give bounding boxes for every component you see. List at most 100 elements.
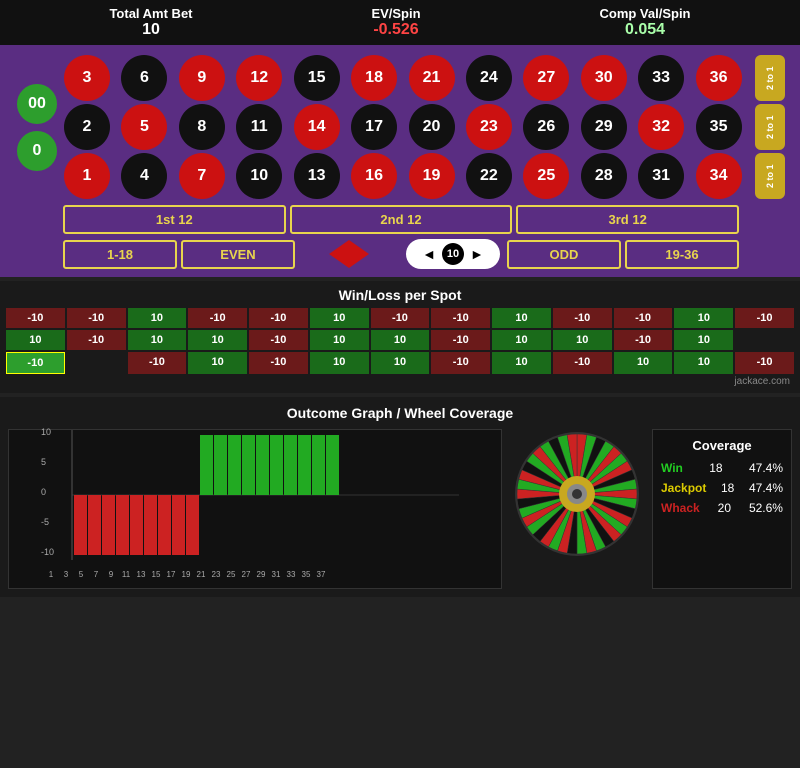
wl-cell-r0-c0: -10 (6, 308, 65, 328)
wl-cell-r0-c4: -10 (249, 308, 308, 328)
single-zero[interactable]: 0 (15, 129, 59, 173)
number-4[interactable]: 4 (121, 153, 167, 199)
number-29[interactable]: 29 (581, 104, 627, 150)
coverage-panel: Coverage Win 18 47.4% Jackpot 18 47.4% W… (652, 429, 792, 589)
wl-cell-r2-c1 (67, 352, 126, 374)
svg-text:5: 5 (41, 457, 46, 467)
number-30[interactable]: 30 (581, 55, 627, 101)
wl-cell-r1-c1: -10 (67, 330, 126, 350)
outcome-title: Outcome Graph / Wheel Coverage (8, 405, 792, 421)
jackace-watermark: jackace.com (6, 376, 794, 387)
wl-cell-r1-c4: -10 (249, 330, 308, 350)
wl-cell-r0-c8: 10 (492, 308, 551, 328)
bet-19-36[interactable]: 19-36 (625, 240, 739, 269)
roulette-wheel-svg (512, 429, 642, 559)
wl-cell-r0-c7: -10 (431, 308, 490, 328)
diamond-bet[interactable] (299, 240, 399, 268)
wl-cell-r1-c10: -10 (614, 330, 673, 350)
wl-cell-r1-c2: 10 (128, 330, 187, 350)
number-11[interactable]: 11 (236, 104, 282, 150)
number-24[interactable]: 24 (466, 55, 512, 101)
bet-1-18[interactable]: 1-18 (63, 240, 177, 269)
number-33[interactable]: 33 (638, 55, 684, 101)
winloss-title: Win/Loss per Spot (6, 287, 794, 303)
jackpot-coverage-row: Jackpot 18 47.4% (661, 481, 783, 495)
number-26[interactable]: 26 (523, 104, 569, 150)
ball-number-display: ◄ 10 ► (403, 239, 503, 269)
wl-cell-r0-c9: -10 (553, 308, 612, 328)
number-17[interactable]: 17 (351, 104, 397, 150)
header: Total Amt Bet 10 EV/Spin -0.526 Comp Val… (0, 0, 800, 45)
number-23[interactable]: 23 (466, 104, 512, 150)
number-2[interactable]: 2 (64, 104, 110, 150)
whack-label: Whack (661, 501, 700, 515)
double-zero[interactable]: 00 (15, 82, 59, 126)
payout-bot: 2 to 1 (755, 153, 785, 199)
ev-spin-value: -0.526 (371, 21, 420, 39)
number-9[interactable]: 9 (179, 55, 225, 101)
coverage-title: Coverage (661, 438, 783, 453)
number-31[interactable]: 31 (638, 153, 684, 199)
outcome-content: 1050-5-10 135791113151719212325272931333… (8, 429, 792, 589)
jackpot-pct: 47.4% (749, 481, 783, 495)
total-amt-bet-col: Total Amt Bet 10 (109, 6, 192, 39)
number-13[interactable]: 13 (294, 153, 340, 199)
numbers-grid: 3691215182124273033362581114172023262932… (64, 55, 750, 199)
dozen-1st[interactable]: 1st 12 (63, 205, 286, 234)
wl-cell-r0-c2: 10 (128, 308, 187, 328)
total-amt-bet-value: 10 (109, 21, 192, 39)
number-25[interactable]: 25 (523, 153, 569, 199)
win-count: 18 (709, 461, 722, 475)
bottom-betting-row: 1-18 EVEN ◄ 10 ► ODD 19-36 (15, 239, 785, 269)
ball-oval: ◄ 10 ► (406, 239, 500, 269)
number-34[interactable]: 34 (696, 153, 742, 199)
winloss-section: Win/Loss per Spot -10-1010-10-1010-10-10… (0, 281, 800, 393)
number-10[interactable]: 10 (236, 153, 282, 199)
number-28[interactable]: 28 (581, 153, 627, 199)
svg-text:10: 10 (41, 427, 51, 437)
chart-bars: 1050-5-10 (9, 430, 501, 570)
number-14[interactable]: 14 (294, 104, 340, 150)
number-8[interactable]: 8 (179, 104, 225, 150)
dozen-3rd[interactable]: 3rd 12 (516, 205, 739, 234)
wl-cell-r1-c5: 10 (310, 330, 369, 350)
number-7[interactable]: 7 (179, 153, 225, 199)
comp-val-spin-value: 0.054 (599, 21, 690, 39)
number-grid: 00 0 36912151821242730333625811141720232… (15, 55, 785, 199)
wheel-container (512, 429, 642, 559)
wl-cell-r2-c10: 10 (614, 352, 673, 374)
number-1[interactable]: 1 (64, 153, 110, 199)
number-12[interactable]: 12 (236, 55, 282, 101)
number-16[interactable]: 16 (351, 153, 397, 199)
number-22[interactable]: 22 (466, 153, 512, 199)
number-19[interactable]: 19 (409, 153, 455, 199)
payout-column: 2 to 1 2 to 1 2 to 1 (755, 55, 785, 199)
number-6[interactable]: 6 (121, 55, 167, 101)
x-axis-labels: 135791113151719212325272931333537 (9, 570, 501, 579)
number-35[interactable]: 35 (696, 104, 742, 150)
wl-cell-r2-c5: 10 (310, 352, 369, 374)
whack-count: 20 (718, 501, 731, 515)
number-20[interactable]: 20 (409, 104, 455, 150)
whack-pct: 52.6% (749, 501, 783, 515)
number-18[interactable]: 18 (351, 55, 397, 101)
win-label: Win (661, 461, 683, 475)
right-arrow-icon: ► (470, 246, 484, 262)
number-21[interactable]: 21 (409, 55, 455, 101)
jackpot-label: Jackpot (661, 481, 706, 495)
wheel-pin (572, 489, 582, 499)
comp-val-spin-col: Comp Val/Spin 0.054 (599, 6, 690, 39)
number-3[interactable]: 3 (64, 55, 110, 101)
number-32[interactable]: 32 (638, 104, 684, 150)
wl-cell-r0-c11: 10 (674, 308, 733, 328)
wl-cell-r2-c2: -10 (128, 352, 187, 374)
dozen-2nd[interactable]: 2nd 12 (290, 205, 513, 234)
wl-cell-r0-c12: -10 (735, 308, 794, 328)
whack-coverage-row: Whack 20 52.6% (661, 501, 783, 515)
number-36[interactable]: 36 (696, 55, 742, 101)
number-15[interactable]: 15 (294, 55, 340, 101)
number-27[interactable]: 27 (523, 55, 569, 101)
bet-even[interactable]: EVEN (181, 240, 295, 269)
bet-odd[interactable]: ODD (507, 240, 621, 269)
number-5[interactable]: 5 (121, 104, 167, 150)
